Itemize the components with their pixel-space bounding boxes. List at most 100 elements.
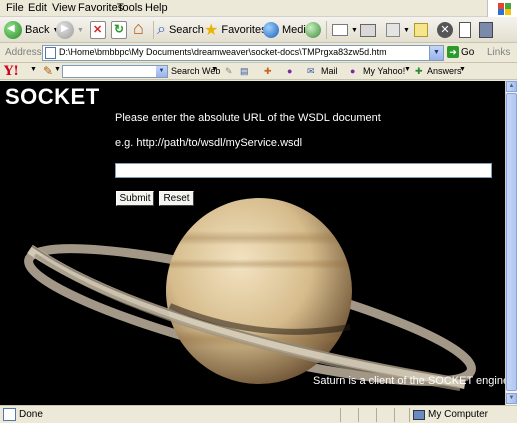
- mail-icon: [332, 24, 348, 36]
- wsdl-prompt: Please enter the absolute URL of the WSD…: [115, 112, 381, 124]
- yahoo-circle-icon[interactable]: ●: [287, 66, 292, 76]
- submit-button[interactable]: Submit: [116, 191, 154, 206]
- highlight-icon[interactable]: ✎: [225, 66, 233, 77]
- my-yahoo-button[interactable]: My Yahoo!: [363, 66, 405, 76]
- chevron-down-icon[interactable]: ▼: [54, 66, 61, 73]
- search-label: Search: [168, 24, 204, 36]
- back-label: Back: [25, 24, 50, 36]
- security-zone: My Computer: [413, 409, 488, 420]
- pencil-icon[interactable]: ✎: [43, 64, 53, 78]
- browser-window: File Edit View Favorites Tools Help Back…: [0, 0, 517, 423]
- chevron-down-icon[interactable]: ▼: [459, 66, 466, 73]
- chevron-down-icon: ▼: [351, 26, 358, 34]
- puzzle-icon[interactable]: ✚: [264, 66, 272, 77]
- scroll-up-button[interactable]: ▲: [506, 81, 517, 92]
- my-yahoo-icon[interactable]: ●: [350, 66, 355, 76]
- chevron-down-icon[interactable]: ▼: [211, 66, 218, 73]
- media-icon: [263, 22, 279, 38]
- chevron-down-icon[interactable]: ▼: [429, 46, 443, 60]
- status-divider: [394, 408, 395, 422]
- status-divider: [340, 408, 341, 422]
- status-divider: [409, 408, 410, 422]
- back-button[interactable]: Back ▼: [4, 20, 59, 40]
- address-bar: Address D:\Home\bmbbpc\My Documents\drea…: [0, 43, 517, 63]
- wsdl-example: e.g. http://path/to/wsdl/myService.wsdl: [115, 137, 303, 149]
- saturn-caption: Saturn is a client of the SOCKET engine.: [313, 375, 505, 387]
- menu-view[interactable]: View: [52, 2, 76, 14]
- go-label: Go: [461, 46, 475, 58]
- stop-button[interactable]: [90, 20, 106, 40]
- edit-button[interactable]: ▼: [386, 20, 410, 40]
- chevron-down-icon[interactable]: ▼: [156, 66, 167, 77]
- mail-icon[interactable]: ✉: [307, 66, 315, 77]
- mail-button[interactable]: ▼: [332, 20, 358, 40]
- print-button[interactable]: [360, 20, 376, 40]
- print-icon: [360, 23, 376, 37]
- status-text: Done: [19, 409, 43, 420]
- home-icon: [132, 18, 150, 39]
- menu-bar: File Edit View Favorites Tools Help: [0, 0, 517, 17]
- scroll-thumb[interactable]: [506, 93, 517, 391]
- yahoo-search-input[interactable]: ▼: [62, 65, 168, 78]
- saturn-image: [24, 198, 476, 391]
- yahoo-logo[interactable]: Y!: [4, 64, 19, 79]
- history-icon: [305, 22, 321, 38]
- reset-button[interactable]: Reset: [159, 191, 194, 206]
- history-button[interactable]: [305, 20, 321, 40]
- favorites-button[interactable]: Favorites: [204, 20, 267, 40]
- messenger-button[interactable]: ✕: [437, 20, 453, 40]
- address-field[interactable]: D:\Home\bmbbpc\My Documents\dreamweaver\…: [42, 45, 444, 61]
- search-icon: [157, 21, 166, 39]
- answers-button[interactable]: Answers: [427, 66, 462, 76]
- home-button[interactable]: [132, 18, 150, 40]
- menu-file[interactable]: File: [6, 2, 24, 14]
- scroll-down-button[interactable]: ▼: [506, 393, 517, 404]
- favorites-label: Favorites: [221, 24, 267, 36]
- menu-help[interactable]: Help: [145, 2, 168, 14]
- page-title: SOCKET: [5, 84, 100, 109]
- bookmarks-icon[interactable]: ▤: [240, 66, 249, 77]
- go-button[interactable]: ➜ Go: [447, 46, 474, 58]
- tools-extra-icon: [479, 22, 493, 38]
- menu-tools[interactable]: Tools: [117, 2, 143, 14]
- links-button[interactable]: Links: [487, 47, 510, 58]
- status-bar: Done My Computer: [0, 405, 517, 423]
- research-icon: [459, 22, 471, 38]
- answers-icon[interactable]: ✚: [415, 66, 423, 77]
- my-computer-icon: [413, 409, 425, 420]
- chevron-down-icon: ▼: [403, 26, 410, 34]
- vertical-scrollbar[interactable]: ▲ ▼: [505, 81, 517, 405]
- status-divider: [376, 408, 377, 422]
- windows-logo-icon: [487, 0, 517, 17]
- standard-toolbar: Back ▼ ▼ Search Favorites Media: [0, 17, 517, 43]
- discuss-icon: [414, 23, 428, 37]
- yahoo-toolbar: Y! ▼ ✎ ▼ ▼ Search Web ▼ ✎ ▤ ✚ ● ✉ Mail ●…: [0, 63, 517, 80]
- address-value: D:\Home\bmbbpc\My Documents\dreamweaver\…: [59, 47, 387, 57]
- stop-icon: [90, 21, 106, 39]
- discuss-button[interactable]: [414, 20, 428, 40]
- refresh-button[interactable]: [111, 20, 127, 40]
- star-icon: [204, 20, 218, 40]
- page-status-icon: [3, 408, 16, 421]
- address-label: Address: [5, 47, 42, 58]
- research-button[interactable]: [459, 20, 471, 40]
- chevron-down-icon[interactable]: ▼: [30, 66, 37, 73]
- edit-page-icon: [386, 23, 400, 37]
- tools-extra-button[interactable]: [479, 20, 493, 40]
- refresh-icon: [111, 21, 127, 39]
- close-circle-icon: ✕: [437, 22, 453, 38]
- chevron-down-icon: ▼: [77, 26, 84, 34]
- page-viewport: SOCKET Please enter the absolute URL of …: [0, 81, 505, 405]
- back-arrow-icon: [4, 21, 22, 39]
- zone-label: My Computer: [428, 409, 489, 420]
- chevron-down-icon[interactable]: ▼: [404, 66, 411, 73]
- menu-edit[interactable]: Edit: [28, 2, 47, 14]
- yahoo-mail-button[interactable]: Mail: [321, 66, 338, 76]
- page-icon: [45, 47, 56, 59]
- search-button[interactable]: Search: [157, 20, 204, 40]
- toolbar-separator: [326, 21, 327, 39]
- status-divider: [358, 408, 359, 422]
- forward-button[interactable]: ▼: [56, 20, 84, 40]
- wsdl-url-input[interactable]: [115, 163, 492, 178]
- toolbar-separator: [153, 21, 154, 39]
